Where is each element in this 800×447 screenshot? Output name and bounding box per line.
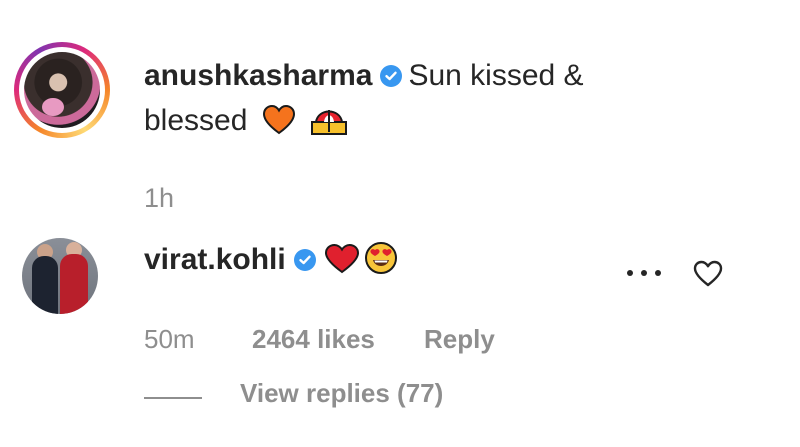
post-author-avatar[interactable] <box>14 42 110 138</box>
caption-text-part1: Sun kissed & <box>408 59 584 92</box>
post-caption-continued: blessed <box>144 101 348 147</box>
verified-badge-icon <box>293 249 316 271</box>
more-options-icon[interactable] <box>624 258 668 288</box>
orange-heart-icon <box>262 104 296 147</box>
replies-divider <box>144 397 202 399</box>
caption-text-part2: blessed <box>144 104 248 137</box>
comment-text: virat.kohli <box>144 240 398 286</box>
avatar-ring-gap <box>19 47 105 133</box>
avatar-photo-detail <box>32 256 58 314</box>
avatar-photo <box>24 52 100 128</box>
post-timestamp[interactable]: 1h <box>144 183 174 214</box>
view-replies-button[interactable]: View replies (77) <box>240 378 443 409</box>
heart-eyes-emoji-icon <box>364 241 398 286</box>
post-caption: anushkasharma Sun kissed & <box>144 56 584 96</box>
reply-button[interactable]: Reply <box>424 324 495 355</box>
comment-author-avatar[interactable] <box>22 238 98 314</box>
post-author-username[interactable]: anushkasharma <box>144 59 372 92</box>
comment-timestamp[interactable]: 50m <box>144 324 195 355</box>
avatar-photo-detail <box>60 254 88 314</box>
avatar-photo-detail <box>42 98 64 116</box>
comment-author-username[interactable]: virat.kohli <box>144 243 286 276</box>
comment-likes-count[interactable]: 2464 likes <box>252 324 375 355</box>
red-heart-icon <box>324 243 360 286</box>
like-comment-heart-icon[interactable] <box>692 258 724 290</box>
verified-badge-icon <box>380 65 403 87</box>
sun-beach-umbrella-icon <box>310 102 348 147</box>
